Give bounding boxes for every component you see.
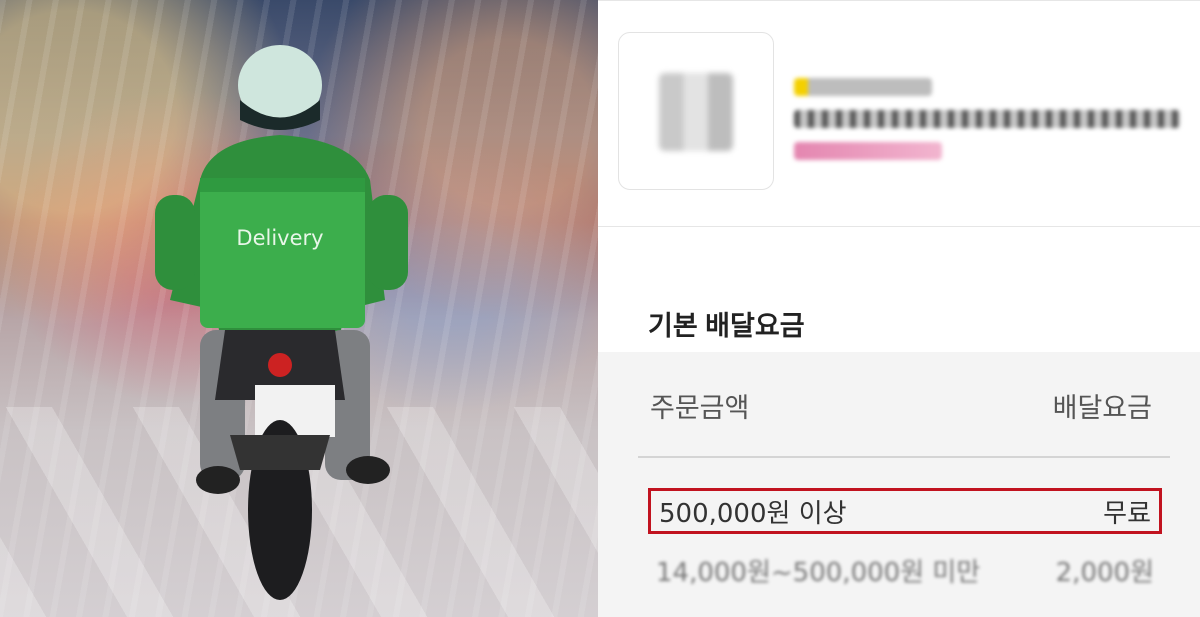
header-order-amount: 주문금액	[650, 393, 750, 424]
header-divider	[638, 456, 1170, 458]
delivery-app-panel: 기본 배달요금 주문금액 배달요금 500,000원 이상 무료 14,000원…	[598, 0, 1200, 617]
store-name-blurred	[794, 78, 932, 96]
delivery-fee-table: 주문금액 배달요금 500,000원 이상 무료 14,000원~500,000…	[598, 352, 1200, 617]
fee-row-fee: 무료	[1103, 498, 1151, 529]
fee-row-highlighted: 500,000원 이상 무료	[648, 488, 1162, 534]
fee-row-fee: 2,000원	[1055, 557, 1154, 588]
header-delivery-fee: 배달요금	[1052, 393, 1152, 424]
section-title: 기본 배달요금	[648, 311, 805, 341]
store-info-blurred	[794, 78, 1184, 174]
fee-table-header: 주문금액 배달요금	[650, 386, 1152, 425]
delivery-bag	[200, 178, 365, 328]
store-phone-blurred	[794, 110, 1180, 128]
bag-label: Delivery	[236, 226, 323, 250]
store-logo-blurred	[659, 73, 733, 151]
top-divider	[598, 0, 1200, 1]
fee-row: 14,000원~500,000원 미만 2,000원	[648, 550, 1162, 590]
store-logo-card[interactable]	[618, 32, 774, 190]
fee-row-amount: 14,000원~500,000원 미만	[656, 557, 981, 588]
store-divider	[598, 226, 1200, 227]
fee-row-amount: 500,000원 이상	[659, 498, 847, 529]
store-promo-blurred	[794, 142, 942, 160]
rider-illustration: Delivery	[155, 45, 408, 600]
delivery-rider-photo: Delivery	[0, 0, 598, 617]
